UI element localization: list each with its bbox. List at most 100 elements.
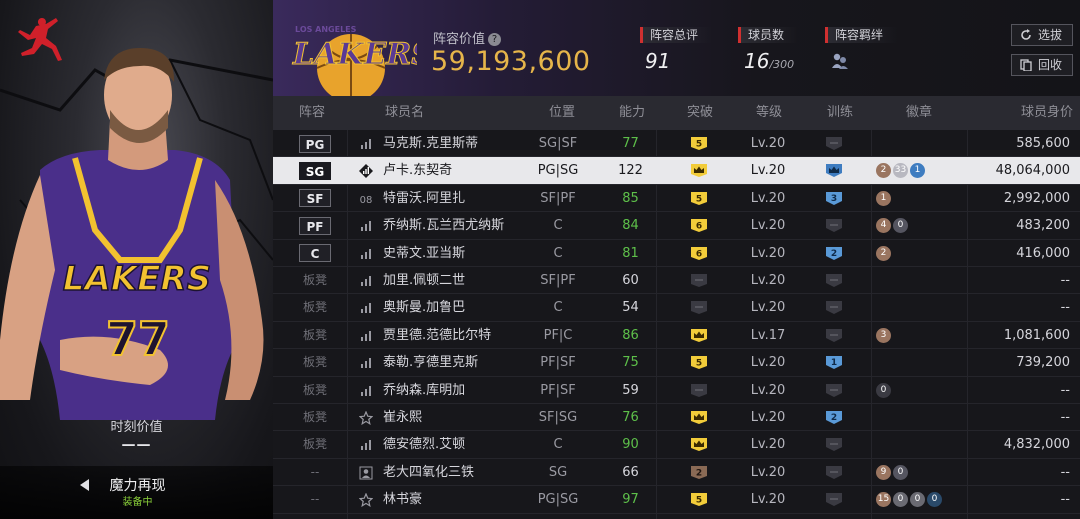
player-name[interactable]: 乔纳森.库明加 <box>383 377 465 404</box>
col-badges[interactable]: 徽章 <box>906 96 932 130</box>
crown-icon <box>690 404 712 431</box>
signal-icon <box>359 212 373 239</box>
player-position: C <box>553 437 563 453</box>
lineup-value-label: 阵容价值? <box>433 28 502 47</box>
badge-icon[interactable]: 33 <box>893 163 908 179</box>
crown-icon <box>690 157 712 184</box>
roster-table-header: 阵容 球员名 位置 能力 突破 等级 训练 徽章 球员身价 <box>273 96 1080 130</box>
table-row[interactable]: PG 马克斯.克里斯蒂 SG|SF 77 5 Lv.20 585,600 <box>273 130 1080 158</box>
training-empty-icon <box>825 486 855 513</box>
table-row[interactable]: SG 卢卡.东契奇 PG|SG 122 Lv.20 2 33 1 48,064,000 <box>273 157 1080 185</box>
badge-icon[interactable]: 0 <box>893 218 908 234</box>
select-button[interactable]: 选拔 <box>1011 24 1073 46</box>
badge-icon[interactable]: 1 <box>876 190 891 206</box>
badge-icon[interactable]: 9 <box>876 464 891 480</box>
player-ability: 90 <box>622 437 639 453</box>
player-value: -- <box>1060 410 1070 425</box>
svg-text:6: 6 <box>696 222 702 232</box>
svg-text:5: 5 <box>696 359 702 369</box>
col-lineup[interactable]: 阵容 <box>299 96 325 130</box>
player-name[interactable]: 崔永熙 <box>383 404 422 431</box>
player-name[interactable]: 泰勒.亨德里克斯 <box>383 349 478 376</box>
player-level: Lv.20 <box>750 492 786 508</box>
badge-icon[interactable]: 0 <box>893 492 908 508</box>
table-row[interactable]: PF 乔纳斯.瓦兰西尤纳斯 C 84 6 Lv.20 4 0 483,200 <box>273 212 1080 240</box>
player-name[interactable]: 马克斯.克里斯蒂 <box>383 130 478 157</box>
player-ability: 122 <box>618 163 643 179</box>
signal-icon <box>359 349 373 376</box>
badge-icon[interactable]: 2 <box>876 163 891 179</box>
col-breakthrough[interactable]: 突破 <box>687 96 713 130</box>
svg-text:2: 2 <box>831 249 837 259</box>
badge-icon[interactable]: 0 <box>893 464 908 480</box>
player-name[interactable]: 史蒂文.亚当斯 <box>383 240 465 267</box>
player-position: SG <box>548 464 568 480</box>
badge-icon[interactable]: 3 <box>876 327 891 343</box>
col-player-name[interactable]: 球员名 <box>385 96 424 130</box>
table-row[interactable]: 板凳 加里.佩顿二世 SF|PF 60 Lv.20 -- <box>273 267 1080 295</box>
col-training[interactable]: 训练 <box>827 96 853 130</box>
badge-icon[interactable]: 15 <box>876 492 891 508</box>
lineup-slot: 板凳 <box>295 404 335 431</box>
player-name[interactable]: 加里.佩顿二世 <box>383 267 465 294</box>
bond-icon[interactable] <box>831 52 849 70</box>
player-name[interactable]: 卢卡.东契奇 <box>383 157 452 184</box>
table-row[interactable]: 板凳 乔纳森.库明加 PF|SF 59 Lv.20 0 -- <box>273 377 1080 404</box>
bench-label: 板凳 <box>302 300 327 315</box>
skill-selector[interactable]: 魔力再现 装备中 <box>0 466 273 519</box>
training-empty-icon <box>825 377 855 404</box>
col-ability[interactable]: 能力 <box>619 96 645 130</box>
svg-text:2: 2 <box>696 468 702 478</box>
svg-text:08: 08 <box>360 195 373 206</box>
breakthrough-badge: 6 <box>690 212 712 239</box>
bench-label: 板凳 <box>302 327 327 342</box>
table-row[interactable]: 板凳 崔永熙 SF|SG 76 Lv.20 2 -- <box>273 404 1080 432</box>
svg-text:5: 5 <box>696 140 702 150</box>
player-position: SF|PF <box>540 190 576 206</box>
table-row[interactable]: -- 老大四氧化三铁 SG 66 2 Lv.20 9 0 -- <box>273 459 1080 487</box>
table-row[interactable]: 板凳 奥斯曼.加鲁巴 C 54 Lv.20 -- <box>273 294 1080 322</box>
table-row[interactable]: -- 林书豪 PG|SG 97 5 Lv.20 15 0 0 0 -- <box>273 486 1080 514</box>
player-name[interactable]: 特雷沃.阿里扎 <box>383 185 465 212</box>
help-icon[interactable]: ? <box>488 33 502 46</box>
table-row[interactable]: SF 08 特雷沃.阿里扎 SF|PF 85 5 Lv.20 3 1 2,992,000 <box>273 185 1080 213</box>
col-level[interactable]: 等级 <box>756 96 782 130</box>
starter-position-badge: PF <box>299 216 331 235</box>
player-value: -- <box>1060 300 1070 316</box>
lineup-slot: SG <box>295 157 335 184</box>
breakthrough-empty-icon <box>690 267 712 294</box>
col-value[interactable]: 球员身价 <box>1021 96 1073 130</box>
col-position[interactable]: 位置 <box>549 96 575 130</box>
lineup-slot: C <box>295 240 335 267</box>
player-position: C <box>553 218 563 234</box>
skill-equipped-status: 装备中 <box>122 497 153 508</box>
previous-arrow-icon[interactable] <box>80 479 90 491</box>
player-name[interactable]: 贾里德.范德比尔特 <box>383 322 491 349</box>
lakers-logo-icon: LOS ANGELES LAKERS <box>292 25 417 96</box>
player-name[interactable]: 乔纳斯.瓦兰西尤纳斯 <box>383 212 504 239</box>
player-name[interactable]: 奥斯曼.加鲁巴 <box>383 294 465 321</box>
player-position: SG|SF <box>538 136 578 151</box>
player-level: Lv.20 <box>750 136 786 151</box>
training-level-badge: 2 <box>825 404 855 431</box>
table-row[interactable]: 板凳 贾里德.范德比尔特 PF|C 86 Lv.17 3 1,081,600 <box>273 322 1080 350</box>
player-name[interactable]: 老大四氧化三铁 <box>383 459 474 486</box>
player-position: C <box>553 300 563 316</box>
breakthrough-badge: 5 <box>690 185 712 212</box>
badge-icon[interactable]: 1 <box>910 163 925 179</box>
table-row[interactable]: 板凳 泰勒.亨德里克斯 PF|SF 75 5 Lv.20 1 739,200 <box>273 349 1080 377</box>
player-name[interactable]: 德安德烈.艾顿 <box>383 431 465 458</box>
player-name[interactable]: 林书豪 <box>383 486 422 513</box>
player-value: 2,992,000 <box>1003 190 1070 206</box>
table-row[interactable]: C 史蒂文.亚当斯 C 81 6 Lv.20 2 2 416,000 <box>273 240 1080 267</box>
badge-icon[interactable]: 0 <box>910 492 925 508</box>
table-row[interactable]: 板凳 德安德烈.艾顿 C 90 Lv.20 4,832,000 <box>273 431 1080 459</box>
recycle-button[interactable]: 回收 <box>1011 54 1073 76</box>
player-level: Lv.20 <box>750 163 786 179</box>
player-level: Lv.20 <box>750 464 786 480</box>
badge-icon[interactable]: 2 <box>876 245 891 261</box>
skill-name: 魔力再现 <box>109 478 166 494</box>
svg-text:2: 2 <box>831 413 837 423</box>
badge-icon[interactable]: 4 <box>876 218 891 234</box>
badge-icon[interactable]: 0 <box>876 382 891 398</box>
